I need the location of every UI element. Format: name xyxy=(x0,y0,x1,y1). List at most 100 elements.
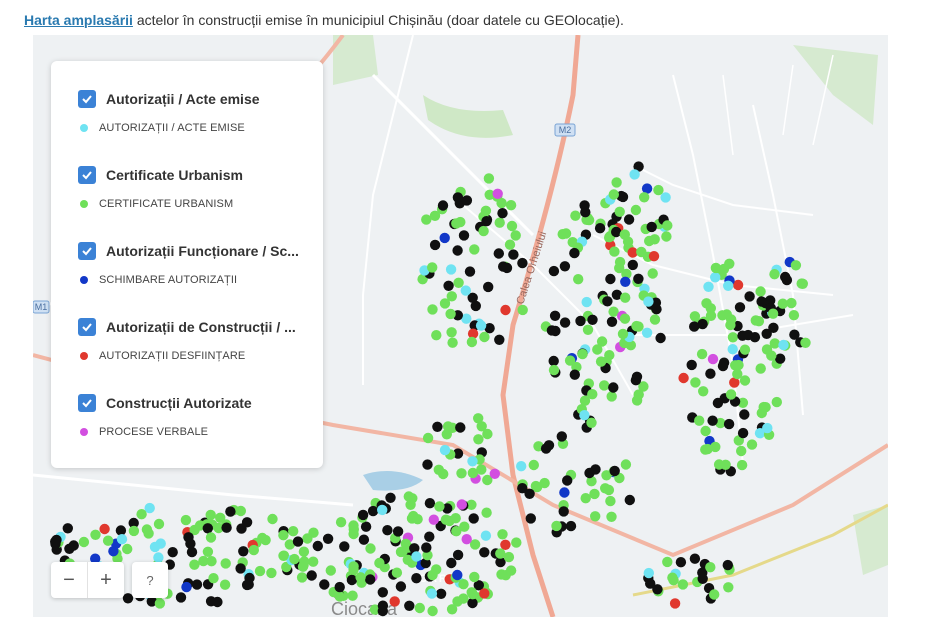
map-marker[interactable] xyxy=(771,396,782,408)
map-marker[interactable] xyxy=(439,232,450,244)
map-marker[interactable] xyxy=(725,389,737,400)
map-marker[interactable] xyxy=(439,444,451,456)
map-marker[interactable] xyxy=(292,536,304,547)
map-marker[interactable] xyxy=(622,236,634,247)
map-marker[interactable] xyxy=(475,320,487,331)
checkbox-constructii[interactable] xyxy=(78,318,96,336)
map-marker[interactable] xyxy=(382,525,393,536)
map-marker[interactable] xyxy=(500,539,511,550)
map-marker[interactable] xyxy=(646,221,657,233)
map-marker[interactable] xyxy=(432,421,443,432)
map-marker[interactable] xyxy=(440,514,452,525)
map-marker[interactable] xyxy=(422,432,434,444)
map-marker[interactable] xyxy=(505,565,517,576)
map-marker[interactable] xyxy=(761,328,772,339)
map-marker[interactable] xyxy=(620,276,631,287)
map-marker[interactable] xyxy=(746,439,758,450)
map-marker[interactable] xyxy=(726,314,737,325)
map-marker[interactable] xyxy=(790,260,802,271)
map-marker[interactable] xyxy=(500,304,511,316)
map-marker[interactable] xyxy=(619,313,631,324)
map-marker[interactable] xyxy=(427,262,438,273)
map-marker[interactable] xyxy=(452,245,463,256)
map-marker[interactable] xyxy=(446,327,457,338)
map-marker[interactable] xyxy=(205,596,217,607)
map-marker[interactable] xyxy=(312,540,323,552)
map-marker[interactable] xyxy=(411,573,422,584)
map-marker[interactable] xyxy=(260,534,271,546)
map-marker[interactable] xyxy=(466,336,478,348)
zoom-in-button[interactable]: + xyxy=(88,562,124,598)
map-marker[interactable] xyxy=(606,511,617,522)
map-marker[interactable] xyxy=(624,494,635,506)
map-marker[interactable] xyxy=(565,520,577,532)
map-marker[interactable] xyxy=(556,431,567,442)
map-marker[interactable] xyxy=(306,570,317,581)
map-marker[interactable] xyxy=(308,556,319,567)
map-marker[interactable] xyxy=(208,573,219,584)
map-marker[interactable] xyxy=(608,189,619,200)
map-marker[interactable] xyxy=(698,386,709,397)
map-marker[interactable] xyxy=(573,274,584,285)
map-marker[interactable] xyxy=(579,395,591,406)
map-marker[interactable] xyxy=(365,543,376,554)
map-marker[interactable] xyxy=(617,328,629,340)
map-marker[interactable] xyxy=(357,509,369,521)
map-marker[interactable] xyxy=(722,559,733,571)
map-marker[interactable] xyxy=(580,493,591,504)
map-marker[interactable] xyxy=(202,546,214,557)
map-marker[interactable] xyxy=(296,572,308,583)
map-marker[interactable] xyxy=(64,543,75,554)
map-marker[interactable] xyxy=(492,188,503,199)
map-marker[interactable] xyxy=(694,415,705,426)
map-marker[interactable] xyxy=(594,223,606,234)
map-marker[interactable] xyxy=(299,556,310,567)
map-marker[interactable] xyxy=(427,605,438,617)
map-marker[interactable] xyxy=(467,467,479,479)
map-marker[interactable] xyxy=(605,495,616,507)
map-marker[interactable] xyxy=(709,589,720,600)
map-marker[interactable] xyxy=(128,525,140,537)
map-marker[interactable] xyxy=(707,415,718,426)
map-marker[interactable] xyxy=(636,246,647,258)
map-marker[interactable] xyxy=(395,581,407,592)
map-marker[interactable] xyxy=(796,278,807,289)
map-marker[interactable] xyxy=(559,317,571,328)
map-marker[interactable] xyxy=(548,355,559,367)
map-marker[interactable] xyxy=(289,553,300,565)
map-marker[interactable] xyxy=(755,286,766,297)
map-marker[interactable] xyxy=(365,574,376,585)
map-marker[interactable] xyxy=(427,304,438,315)
map-marker[interactable] xyxy=(452,569,463,581)
map-marker[interactable] xyxy=(62,523,73,534)
map-marker[interactable] xyxy=(528,459,539,471)
map-marker[interactable] xyxy=(141,524,153,535)
map-marker[interactable] xyxy=(496,569,507,580)
map-marker[interactable] xyxy=(570,210,581,221)
map-marker[interactable] xyxy=(215,512,226,523)
map-marker[interactable] xyxy=(713,459,725,470)
map-marker[interactable] xyxy=(479,331,490,343)
map-marker[interactable] xyxy=(458,579,469,590)
map-marker[interactable] xyxy=(606,391,617,402)
map-marker[interactable] xyxy=(595,356,607,367)
map-marker[interactable] xyxy=(403,491,414,502)
map-marker[interactable] xyxy=(478,225,489,237)
legend-group-autorizate[interactable]: Construcții Autorizate PROCESE VERBALE xyxy=(78,393,318,438)
map-marker[interactable] xyxy=(643,296,654,307)
map-marker[interactable] xyxy=(775,353,786,364)
map-marker[interactable] xyxy=(202,523,213,534)
map-marker[interactable] xyxy=(167,547,178,558)
map-marker[interactable] xyxy=(736,459,748,471)
map-marker[interactable] xyxy=(569,369,580,380)
map-marker[interactable] xyxy=(662,556,673,568)
map-marker[interactable] xyxy=(482,428,493,440)
legend-group-certificate[interactable]: Certificate Urbanism CERTIFICATE URBANIS… xyxy=(78,165,318,210)
checkbox-autorizatii[interactable] xyxy=(78,90,96,108)
map-marker[interactable] xyxy=(696,348,708,360)
map-marker[interactable] xyxy=(718,357,730,368)
legend-group-autorizatii[interactable]: Autorizații / Acte emise AUTORIZAȚII / A… xyxy=(78,89,318,134)
map-marker[interactable] xyxy=(469,244,480,255)
map-marker[interactable] xyxy=(611,177,622,188)
map-marker[interactable] xyxy=(428,514,439,525)
